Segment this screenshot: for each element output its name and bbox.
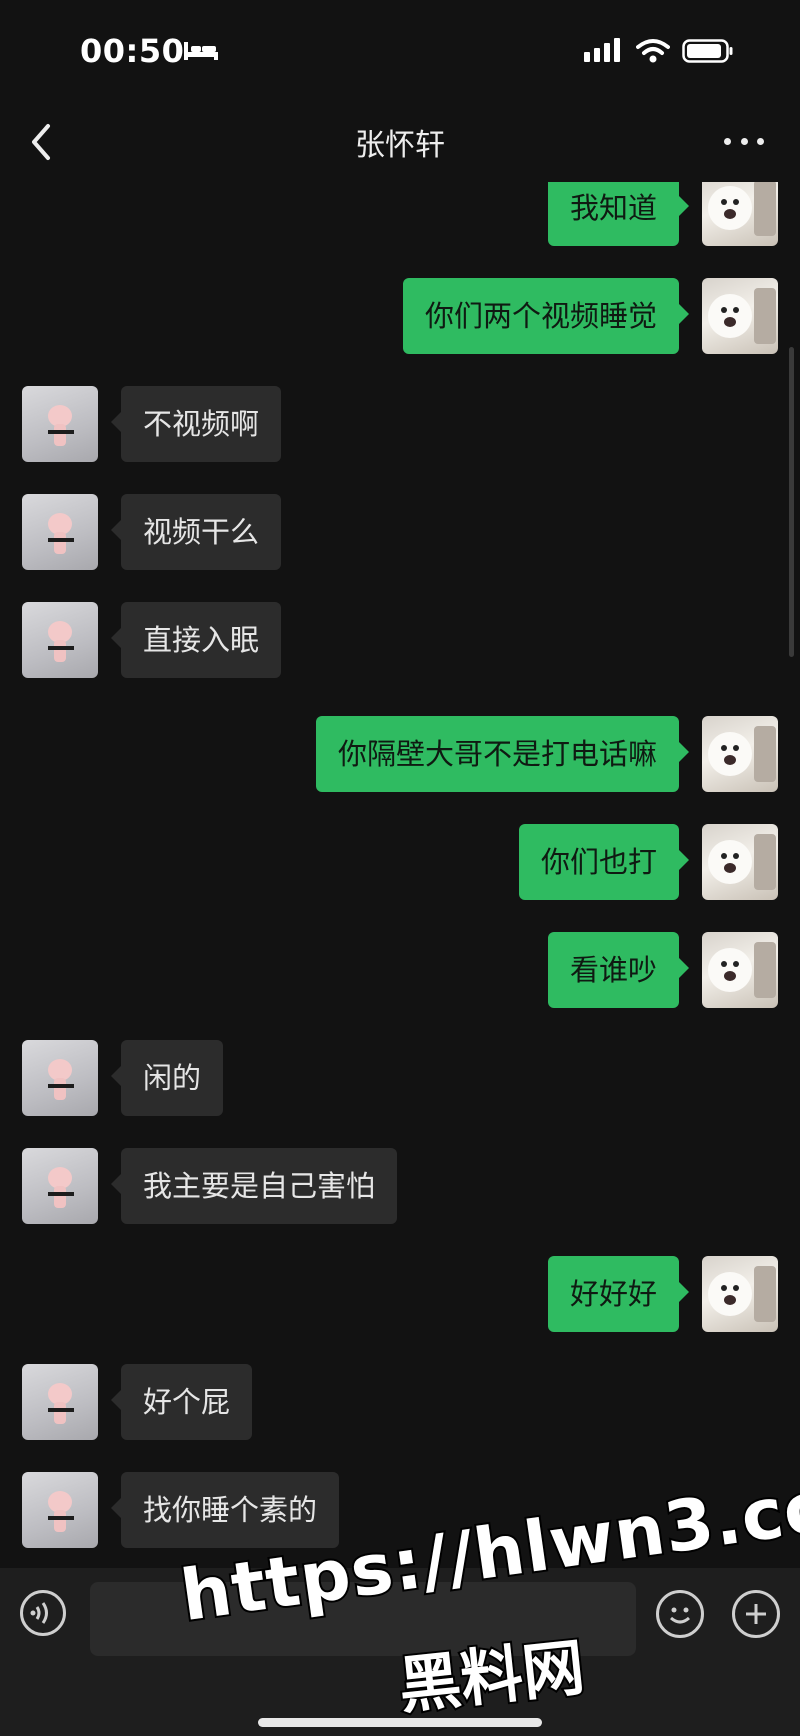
sleep-focus-icon [184,42,218,60]
message-bubble-self[interactable]: 我知道 [547,182,690,246]
message-row: 直接入眠 [0,602,800,678]
message-bubble-contact[interactable]: 我主要是自己害怕 [110,1148,398,1224]
message-bubble-contact[interactable]: 闲的 [110,1040,224,1116]
status-bar: 00:50 [0,0,800,100]
battery-icon [682,39,733,63]
message-bubble-contact[interactable]: 直接入眠 [110,602,282,678]
message-bubble-self[interactable]: 好好好 [547,1256,690,1332]
avatar-self[interactable] [702,932,778,1008]
status-icons [584,38,734,64]
message-bubble-contact[interactable]: 找你睡个素的 [110,1472,340,1548]
message-row: 好好好 [0,1256,800,1332]
avatar-contact[interactable] [22,1472,98,1548]
avatar-self[interactable] [702,716,778,792]
avatar-contact[interactable] [22,494,98,570]
message-row: 不视频啊 [0,386,800,462]
signal-icon [584,38,620,62]
avatar-self[interactable] [702,1256,778,1332]
message-row: 找你睡个素的 [0,1472,800,1548]
avatar-contact[interactable] [22,1364,98,1440]
avatar-self[interactable] [702,824,778,900]
message-row: 闲的 [0,1040,800,1116]
message-row: 好个屁 [0,1364,800,1440]
scrollbar[interactable] [789,347,794,657]
avatar-contact[interactable] [22,1148,98,1224]
nav-bar: 张怀轩 [0,100,800,182]
message-bubble-contact[interactable]: 视频干么 [110,494,282,570]
chat-title: 张怀轩 [355,128,445,163]
avatar-self[interactable] [702,278,778,354]
message-row: 看谁吵 [0,932,800,1008]
message-row: 我知道 [0,182,800,246]
home-indicator[interactable] [258,1718,542,1727]
avatar-self[interactable] [702,182,778,246]
chat-message-list[interactable]: 我知道 你们两个视频睡觉 不视频啊 视频干么 直接入眠 你隔壁大哥不是打电话嘛 [0,182,800,1568]
message-bubble-self[interactable]: 你们两个视频睡觉 [402,278,690,354]
message-row: 视频干么 [0,494,800,570]
message-input[interactable] [90,1582,636,1656]
voice-input-icon[interactable] [20,1590,66,1636]
message-bubble-self[interactable]: 你隔壁大哥不是打电话嘛 [315,716,690,792]
message-bubble-contact[interactable]: 不视频啊 [110,386,282,462]
message-bubble-contact[interactable]: 好个屁 [110,1364,253,1440]
input-bar [0,1568,800,1736]
message-bubble-self[interactable]: 你们也打 [518,824,690,900]
emoji-icon[interactable] [656,1590,704,1638]
more-options-icon[interactable] [724,126,764,156]
message-row: 你隔壁大哥不是打电话嘛 [0,716,800,792]
wifi-icon [636,39,670,63]
message-bubble-self[interactable]: 看谁吵 [547,932,690,1008]
message-row: 你们也打 [0,824,800,900]
message-row: 你们两个视频睡觉 [0,278,800,354]
message-row: 我主要是自己害怕 [0,1148,800,1224]
avatar-contact[interactable] [22,602,98,678]
avatar-contact[interactable] [22,386,98,462]
more-functions-icon[interactable] [732,1590,780,1638]
avatar-contact[interactable] [22,1040,98,1116]
status-time: 00:50 [80,32,185,70]
